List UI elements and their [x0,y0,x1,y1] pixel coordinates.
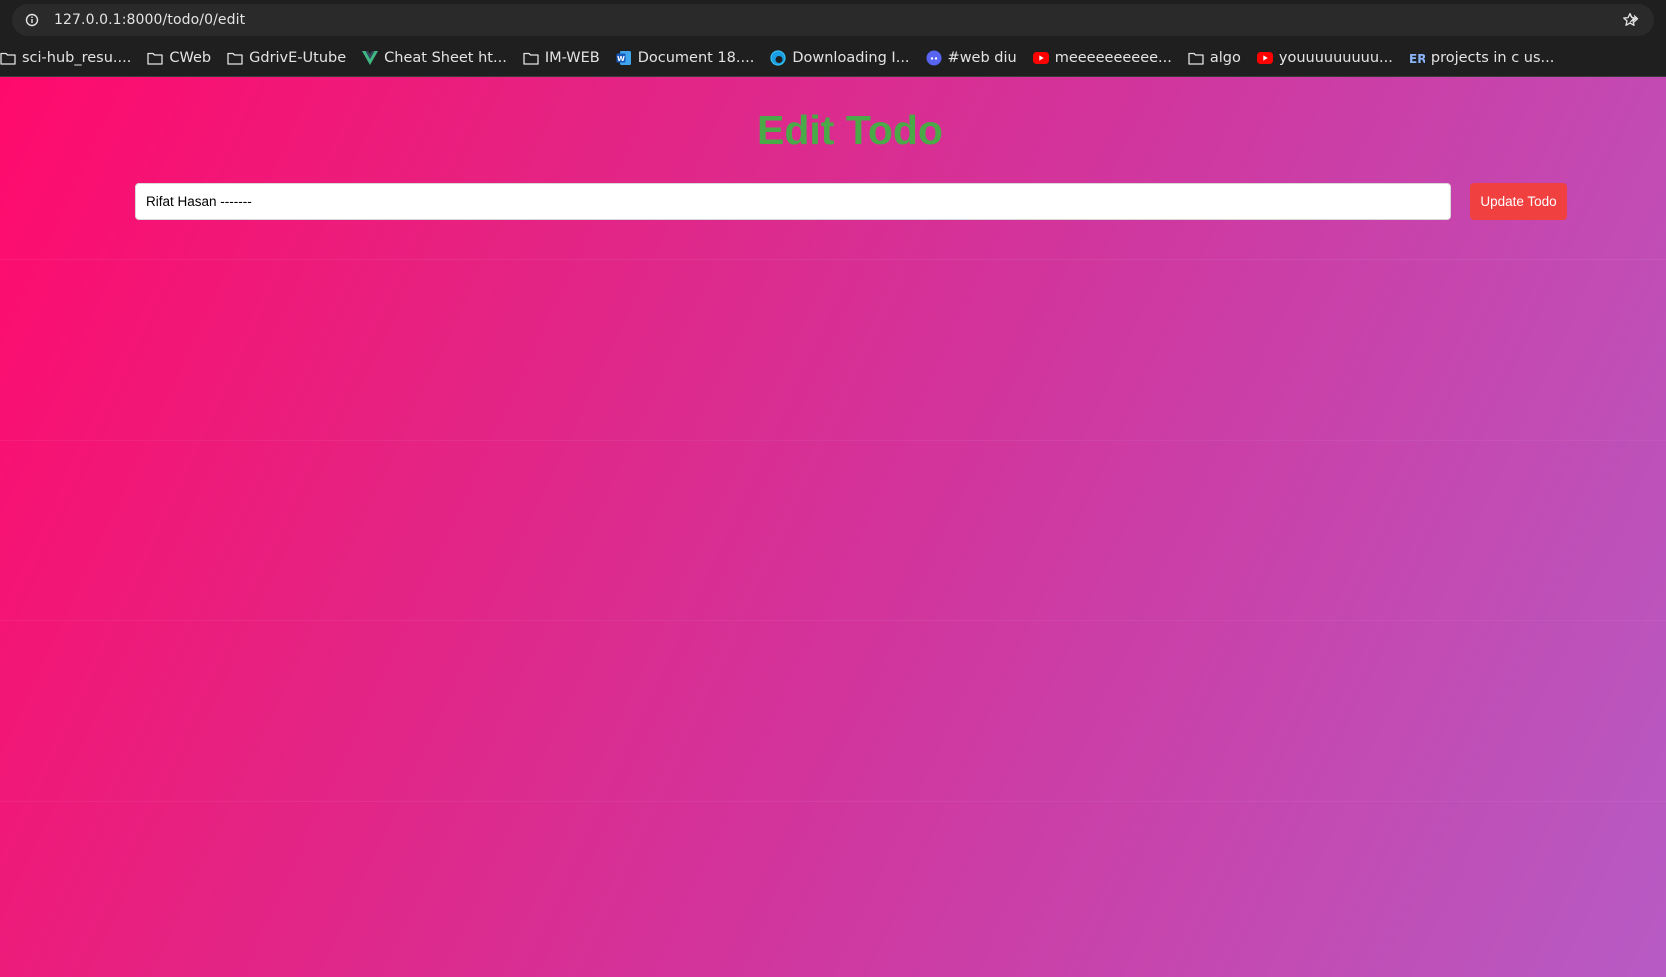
bookmark-label: #web diu [947,50,1017,66]
edge-icon [770,50,786,66]
address-bar[interactable]: 127.0.0.1:8000/todo/0/edit [12,4,1654,36]
bookmark-label: GdrivE-Utube [249,50,347,66]
folder-icon [523,50,539,66]
page-content: Edit Todo Update Todo [0,77,1666,977]
divider [0,801,1666,802]
divider [0,259,1666,260]
update-todo-button[interactable]: Update Todo [1470,183,1567,220]
folder-icon [227,50,243,66]
browser-toolbar: 127.0.0.1:8000/todo/0/edit [0,0,1666,40]
bookmark-label: Cheat Sheet ht... [384,50,507,66]
todo-input[interactable] [135,183,1451,220]
bookmark-item[interactable]: algo [1180,44,1249,72]
youtube-icon [1256,50,1273,66]
bookmark-label: Document 18.... [637,50,755,66]
more-bookmarks-icon[interactable]: » [1622,6,1646,30]
url-text[interactable]: 127.0.0.1:8000/todo/0/edit [54,12,245,28]
bookmark-item[interactable]: #web diu [918,44,1025,72]
youtube-icon [1032,50,1049,66]
bookmark-item[interactable]: W Document 18.... [608,44,763,72]
divider [0,620,1666,621]
bookmark-item[interactable]: Downloading I... [762,44,917,72]
bookmark-item[interactable]: Cheat Sheet ht... [354,44,515,72]
page-title: Edit Todo [757,107,943,153]
bookmark-label: Downloading I... [792,50,910,66]
folder-icon [147,50,164,66]
bookmark-item[interactable]: youuuuuuuuu... [1249,44,1401,72]
bookmarks-bar: sci-hub_resu.... CWeb GdrivE-Utube Cheat Sh… [0,40,1666,77]
bookmark-item[interactable]: CWeb [139,44,219,72]
word-icon: W [616,50,632,66]
bookmark-item[interactable]: meeeeeeeeee... [1025,44,1180,72]
bookmark-label: meeeeeeeeee... [1054,50,1172,66]
discord-icon [926,50,942,66]
bookmark-item[interactable]: sci-hub_resu.... [0,44,139,72]
svg-text:ER: ER [1409,52,1425,65]
bookmark-label: algo [1209,50,1241,66]
bookmark-item[interactable]: ER projects in c us... [1401,44,1562,72]
bookmark-label: sci-hub_resu.... [22,50,132,66]
folder-icon [0,50,16,66]
bookmark-label: youuuuuuuuu... [1278,50,1393,66]
bookmark-label: IM-WEB [544,50,600,66]
vue-logo-icon [362,50,379,66]
site-info-icon[interactable] [16,4,48,36]
folder-icon [1188,50,1204,66]
bookmark-label: projects in c us... [1430,50,1555,66]
bookmark-label: CWeb [169,50,212,66]
bookmark-item[interactable]: IM-WEB [515,44,608,72]
divider [0,440,1666,441]
svg-text:W: W [617,55,625,63]
bookmark-item[interactable]: GdrivE-Utube [219,44,354,72]
er-icon: ER [1409,50,1425,66]
